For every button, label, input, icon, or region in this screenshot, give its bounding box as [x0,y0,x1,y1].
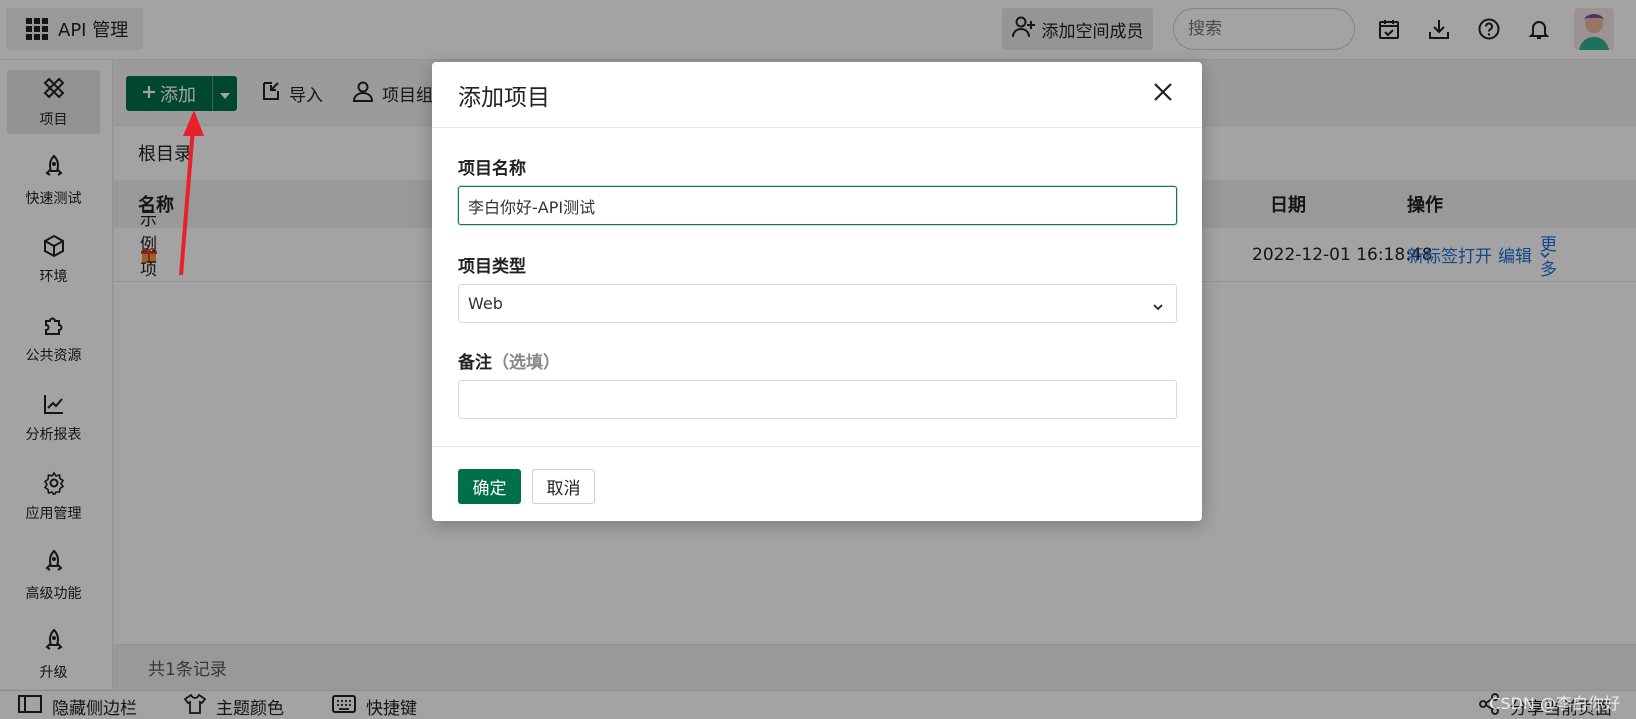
dialog-footer: 确定 取消 [432,446,1202,521]
dialog-header: 添加项目 [432,62,1202,128]
note-input[interactable] [458,380,1177,419]
project-type-select[interactable]: Web [458,284,1177,323]
watermark: CSDN @李白你好 [1489,694,1620,713]
close-icon [1153,82,1173,108]
project-type-value: Web [468,294,503,313]
note-optional-hint: （选填） [492,353,560,373]
confirm-button[interactable]: 确定 [458,469,521,504]
note-label-text: 备注 [458,353,492,373]
note-label: 备注（选填） [458,348,560,373]
cancel-button[interactable]: 取消 [532,469,595,504]
project-type-label: 项目类型 [458,257,526,277]
dialog-title: 添加项目 [458,84,550,111]
close-button[interactable] [1150,82,1176,108]
project-name-label: 项目名称 [458,159,526,179]
add-project-dialog: 添加项目 项目名称 项目类型 Web 备注（选填） 确定 取消 [432,62,1202,521]
project-name-input[interactable] [458,186,1177,225]
chevron-down-icon [1152,297,1164,316]
